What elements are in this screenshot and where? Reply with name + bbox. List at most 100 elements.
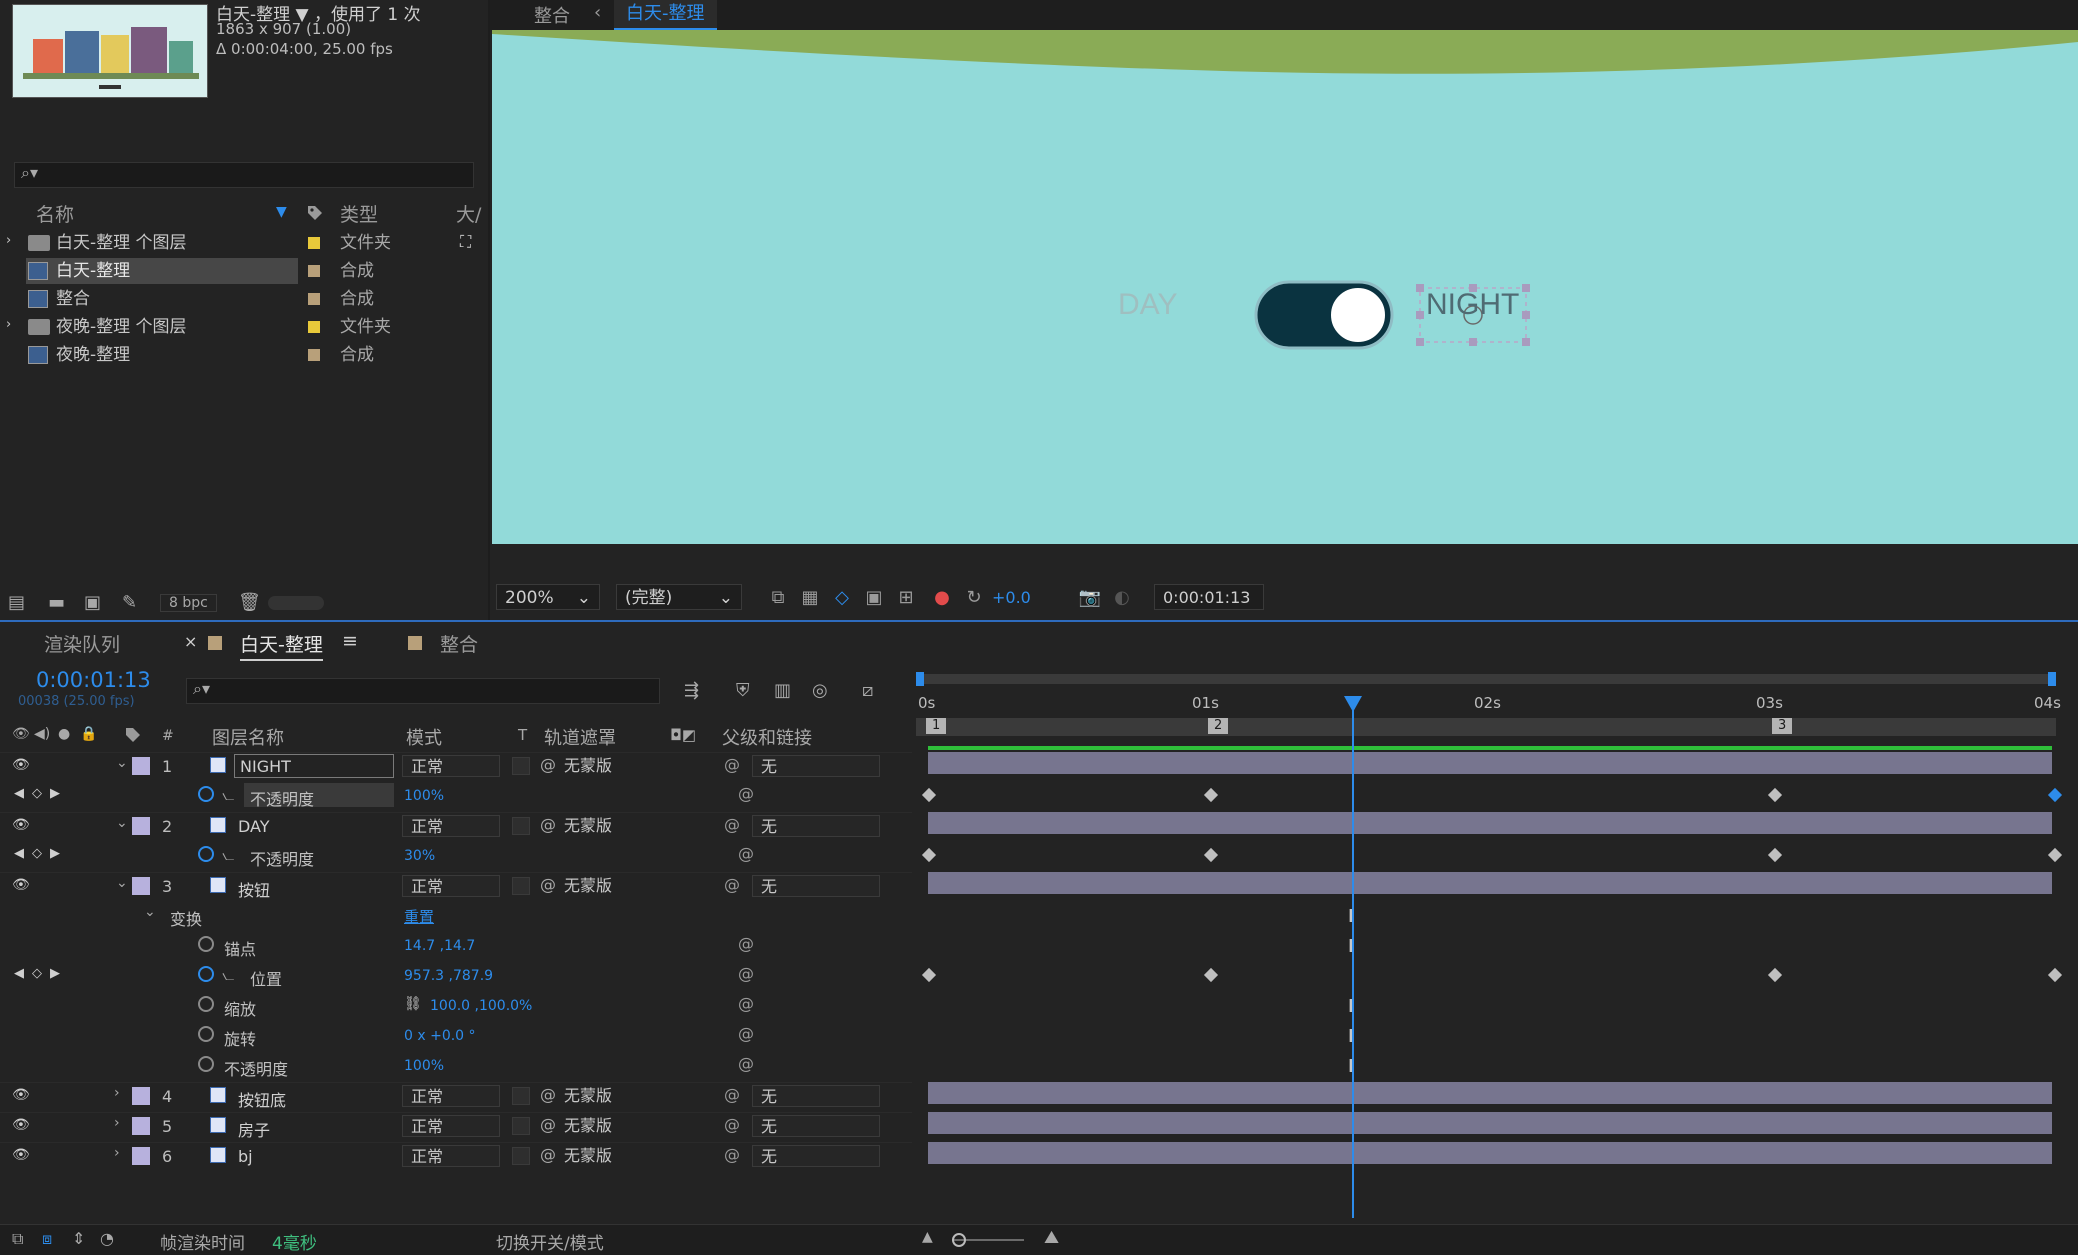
zoom-dropdown[interactable]: 200% ⌄ [496, 584, 600, 610]
property-value[interactable]: 100.0 ,100.0% [430, 998, 532, 1014]
comp-mini-flowchart-icon[interactable]: ⇶ [684, 680, 699, 701]
comp-marker[interactable]: 3 [1772, 718, 1793, 734]
region-of-interest-icon[interactable]: ▣ [862, 586, 886, 610]
layer-bar[interactable] [928, 752, 2052, 774]
keyframe-navigator[interactable]: ◀◇▶ [14, 786, 68, 801]
preserve-transparency-checkbox[interactable] [512, 757, 530, 775]
zoom-in-icon[interactable]: ⛰ [1044, 1227, 1059, 1248]
layer-name[interactable]: DAY [238, 817, 270, 836]
in-out-icon[interactable]: ⇕ [72, 1229, 85, 1248]
column-size-header[interactable]: 大/ [456, 200, 481, 227]
pickwhip-icon[interactable]: @ [724, 875, 740, 894]
parent-dropdown[interactable]: 无 [752, 1085, 880, 1107]
property-value[interactable]: 0 x +0.0 ° [404, 1028, 476, 1044]
property-row[interactable]: 不透明度 100% @ [0, 1052, 912, 1080]
keyframe[interactable] [1767, 967, 1783, 983]
layer-name[interactable]: bj [238, 1147, 253, 1166]
layer-name[interactable]: 按钮 [238, 877, 270, 901]
matte-link-icon[interactable]: @ [540, 1115, 556, 1134]
matte-link-icon[interactable]: @ [540, 755, 556, 774]
guides-icon[interactable]: ⊞ [894, 586, 918, 610]
chevron-right-icon[interactable]: › [6, 317, 11, 332]
transfer-controls-icon[interactable]: ⧈ [42, 1229, 52, 1249]
snapshot-icon[interactable]: 📷 [1078, 586, 1102, 610]
project-item[interactable]: 整合 合成 [0, 286, 460, 314]
property-row[interactable]: 锚点 14.7 ,14.7 @ [0, 932, 912, 960]
viewer-time-field[interactable]: 0:00:01:13 [1154, 584, 1264, 610]
layer-bar[interactable] [928, 812, 2052, 834]
layer-row[interactable]: 👁 ⌄ 3 按钮 正常 @ 无蒙版 @ 无 [0, 872, 912, 901]
eye-icon[interactable]: 👁 [12, 817, 30, 833]
stopwatch-icon[interactable] [198, 1026, 214, 1042]
solo-icon[interactable]: ● [58, 726, 70, 742]
keyframe-navigator[interactable]: ◀◇▶ [14, 966, 68, 981]
stopwatch-icon[interactable] [198, 936, 214, 952]
matte-link-icon[interactable]: @ [540, 1085, 556, 1104]
keyframe[interactable] [2047, 847, 2063, 863]
color-channels-icon[interactable]: ● [930, 586, 954, 610]
parent-dropdown[interactable]: 无 [752, 875, 880, 897]
keyframe[interactable] [1203, 847, 1219, 863]
pickwhip-icon[interactable]: @ [738, 784, 754, 803]
mode-dropdown[interactable]: 正常 [402, 755, 500, 777]
mode-dropdown[interactable]: 正常 [402, 1115, 500, 1137]
preserve-transparency-checkbox[interactable] [512, 1087, 530, 1105]
keyframe[interactable] [1767, 847, 1783, 863]
timeline-search-input[interactable]: ⌕▾ [186, 678, 660, 704]
track-matte-dropdown[interactable]: 无蒙版 [564, 1115, 662, 1137]
eye-icon[interactable]: 👁 [12, 877, 30, 893]
chevron-right-icon[interactable]: › [114, 1145, 120, 1161]
layer-bar[interactable] [928, 1082, 2052, 1104]
stopwatch-icon[interactable] [198, 1056, 214, 1072]
fast-preview-icon[interactable]: ⧉ [766, 586, 790, 610]
layer-row[interactable]: 👁 › 4 按钮底 正常 @ 无蒙版 @ 无 [0, 1082, 912, 1111]
playhead-line[interactable] [1352, 698, 1354, 1218]
hierarchy-icon[interactable]: ⛶ [460, 232, 471, 252]
comp-marker[interactable]: 2 [1208, 718, 1229, 734]
breadcrumb-active[interactable]: 白天-整理 [614, 0, 717, 30]
layer-row[interactable]: 👁 ⌄ 2 DAY 正常 @ 无蒙版 @ 无 [0, 812, 912, 841]
playhead-handle[interactable] [1344, 696, 1362, 712]
timecode-display[interactable]: 0:00:01:13 [36, 668, 151, 692]
parent-dropdown[interactable]: 无 [752, 1115, 880, 1137]
column-name-header[interactable]: 名称 [36, 200, 74, 227]
chevron-down-icon[interactable]: ⌄ [144, 904, 156, 920]
preserve-transparency-checkbox[interactable] [512, 817, 530, 835]
keyframe[interactable] [1203, 787, 1219, 803]
work-area-bar[interactable] [916, 672, 2056, 686]
keyframe-selected[interactable] [2047, 787, 2063, 803]
preserve-transparency-checkbox[interactable] [512, 1147, 530, 1165]
layer-bar[interactable] [928, 872, 2052, 894]
keyframe[interactable] [2047, 967, 2063, 983]
graph-editor-icon[interactable]: ⧄ [862, 680, 873, 701]
resolution-dropdown[interactable]: (完整) ⌄ [616, 584, 742, 610]
keyframe[interactable] [1767, 787, 1783, 803]
work-area-start-handle[interactable] [916, 672, 924, 686]
project-item[interactable]: › 夜晚-整理 个图层 文件夹 [0, 314, 460, 342]
pickwhip-icon[interactable]: @ [738, 1024, 754, 1043]
tab-other-comp[interactable]: 整合 [440, 630, 478, 657]
property-row[interactable]: 缩放 ⛓ 100.0 ,100.0% @ [0, 992, 912, 1020]
label-tag-icon[interactable] [124, 726, 142, 744]
reset-link[interactable]: 重置 [404, 906, 434, 927]
preserve-transparency-checkbox[interactable] [512, 877, 530, 895]
pickwhip-icon[interactable]: @ [738, 994, 754, 1013]
sort-arrow-icon[interactable]: ▼ [276, 204, 287, 220]
zoom-slider[interactable] [952, 1233, 1024, 1247]
interpret-footage-icon[interactable]: ▤ [8, 592, 25, 613]
motion-blur-icon[interactable]: ◎ [812, 680, 828, 701]
track-matte-dropdown[interactable]: 无蒙版 [564, 1085, 662, 1107]
layer-bar[interactable] [928, 1112, 2052, 1134]
transparency-grid-icon[interactable]: ▦ [798, 586, 822, 610]
eye-icon[interactable]: 👁 [12, 757, 30, 773]
pickwhip-icon[interactable]: @ [738, 844, 754, 863]
layer-name[interactable]: 按钮底 [238, 1087, 286, 1111]
eye-icon[interactable]: 👁 [12, 1117, 30, 1133]
project-item[interactable]: 白天-整理 合成 [0, 258, 460, 286]
pickwhip-icon[interactable]: @ [724, 1085, 740, 1104]
layer-row[interactable]: 👁 › 5 房子 正常 @ 无蒙版 @ 无 [0, 1112, 912, 1141]
chevron-right-icon[interactable]: › [114, 1085, 120, 1101]
property-value[interactable]: 100% [404, 788, 444, 804]
parent-dropdown[interactable]: 无 [752, 755, 880, 777]
pickwhip-icon[interactable]: @ [738, 1054, 754, 1073]
